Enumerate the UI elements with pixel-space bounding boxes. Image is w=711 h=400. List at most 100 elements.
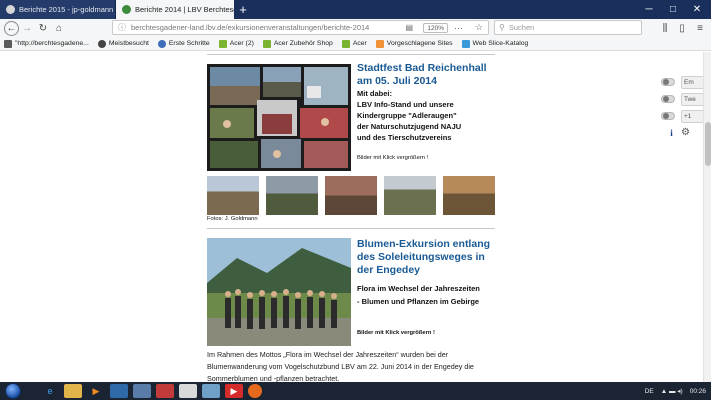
clock[interactable]: 00:26 [690, 388, 706, 395]
bookmark-star-icon[interactable]: ☆ [475, 22, 483, 33]
menu-icon[interactable]: ≡ [692, 20, 708, 36]
maximize-icon[interactable]: □ [661, 0, 685, 19]
youtube-icon[interactable]: ▶ [225, 384, 243, 398]
media-player-icon[interactable]: ▶ [87, 384, 105, 398]
firefox-icon [157, 39, 166, 48]
article-paragraph: Im Rahmen des Mottos „Flora im Wechsel d… [207, 349, 499, 382]
new-tab-button[interactable]: + [234, 0, 252, 19]
search-placeholder: Suchen [508, 23, 535, 32]
scrollbar[interactable] [703, 52, 711, 382]
bookmark-label: Acer [352, 40, 367, 47]
bookmark-item[interactable]: Acer [341, 39, 367, 48]
nav-bar: ← → ↻ ⌂ ⓘ berchtesgadener-land.lbv.de/ex… [0, 19, 711, 37]
minimize-icon[interactable]: ─ [637, 0, 661, 19]
url-text: berchtesgadener-land.lbv.de/exkursionenv… [131, 23, 370, 32]
gear-icon[interactable]: ⚙ [681, 127, 690, 138]
body-line: Kindergruppe "Adleraugen" [357, 111, 457, 120]
sidebar-icon[interactable]: ▯ [674, 20, 690, 36]
tray-icons[interactable]: ▲ ▬ ◂) [661, 387, 683, 395]
acer-icon [218, 39, 227, 48]
window-close-icon[interactable]: ✕ [685, 0, 709, 19]
calendar-icon[interactable] [156, 384, 174, 398]
thumbnail[interactable] [325, 176, 377, 215]
bookmark-label: Meistbesucht [108, 40, 149, 47]
back-button[interactable]: ← [4, 20, 19, 36]
bookmark-item[interactable]: "http://berchtesgadene... [4, 39, 89, 48]
enlarge-hint: Bilder mit Klick vergrößern ! [357, 330, 435, 336]
article-title[interactable]: Blumen-Exkursion entlang des Soleleitung… [357, 238, 497, 277]
bookmark-item[interactable]: Erste Schritte [157, 39, 210, 48]
bookmark-item[interactable]: Vorgeschlagene Sites [375, 39, 453, 48]
thumbnail[interactable] [207, 176, 259, 215]
bookmark-label: Acer Zubehör Shop [273, 40, 333, 47]
scrollbar-thumb[interactable] [705, 122, 711, 166]
paragraph-line: Sommerblumen und -pflanzen betrachtet. [207, 374, 340, 382]
bookmark-label: Web Slice-Katalog [472, 40, 529, 47]
body-line: der Naturschutzjugend NAJU [357, 122, 462, 131]
share-label: +1 [684, 113, 692, 120]
acer-icon [341, 39, 350, 48]
info-icon[interactable]: i [666, 128, 677, 139]
app-icon[interactable] [110, 384, 128, 398]
body-line: - Blumen und Pflanzen im Gebirge [357, 297, 480, 306]
bookmark-item[interactable]: Acer Zubehör Shop [262, 39, 333, 48]
forward-button[interactable]: → [19, 20, 35, 36]
page-actions-icon[interactable]: ··· [454, 23, 463, 33]
acer-icon [262, 39, 271, 48]
bookmark-item[interactable]: Web Slice-Katalog [461, 39, 529, 48]
divider [207, 54, 495, 55]
site-info-icon[interactable]: ⓘ [118, 22, 126, 33]
tab-favicon [6, 5, 15, 14]
article-photo-group[interactable] [207, 238, 351, 346]
app-icon[interactable] [133, 384, 151, 398]
app-icon[interactable] [202, 384, 220, 398]
body-line: Mit dabei: [357, 89, 392, 98]
library-icon[interactable]: ⫼ [657, 20, 673, 36]
url-bar[interactable]: ⓘ berchtesgadener-land.lbv.de/exkursione… [112, 20, 489, 35]
explorer-icon[interactable] [64, 384, 82, 398]
bookmark-label: Acer (2) [229, 40, 254, 47]
tab-favicon [122, 5, 131, 14]
tab-berichte-2014[interactable]: Berichte 2014 | LBV Berchtesga ✕ [116, 0, 234, 19]
divider [207, 228, 495, 229]
article-photo-collage[interactable] [207, 64, 351, 171]
paragraph-line: Blumenwanderung vom Vogelschutzbund LBV … [207, 362, 474, 371]
bookmark-label: "http://berchtesgadene... [15, 40, 89, 47]
share-toggle[interactable] [661, 95, 675, 103]
reader-view-icon[interactable]: ▤ [405, 23, 413, 32]
system-tray: DE ▲ ▬ ◂) 00:26 [638, 382, 706, 400]
article-title[interactable]: Stadtfest Bad Reichenhall am 05. Juli 20… [357, 62, 497, 88]
zoom-level[interactable]: 120% [423, 23, 448, 33]
firefox-icon[interactable] [248, 384, 262, 398]
photo-credit: Fotos: J. Goldmann [207, 216, 258, 222]
taskbar: e ▶ ▶ DE ▲ ▬ ◂) 00:26 [0, 382, 711, 400]
share-label: Twe [684, 96, 696, 103]
share-toggle[interactable] [661, 78, 675, 86]
search-icon: ⚲ [499, 23, 505, 32]
reload-icon[interactable]: ↻ [35, 20, 51, 36]
body-line: Flora im Wechsel der Jahreszeiten [357, 284, 480, 293]
ie-icon[interactable]: e [41, 384, 59, 398]
thumbnail[interactable] [384, 176, 436, 215]
tab-label: Berichte 2014 | LBV Berchtesga [135, 5, 234, 14]
start-button[interactable] [5, 383, 21, 399]
home-icon[interactable]: ⌂ [51, 20, 67, 36]
tab-berichte-2015[interactable]: Berichte 2015 - jp-goldmann ✕ [0, 0, 116, 19]
thumbnail[interactable] [443, 176, 495, 215]
thumbnail[interactable] [266, 176, 318, 215]
share-label: Em [684, 79, 694, 86]
bookmarks-bar: "http://berchtesgadene... Meistbesucht E… [0, 37, 711, 51]
search-input[interactable]: ⚲ Suchen [494, 20, 642, 35]
tab-strip: Berichte 2015 - jp-goldmann ✕ Berichte 2… [0, 0, 711, 19]
bookmark-item[interactable]: Meistbesucht [97, 39, 149, 48]
bookmark-label: Vorgeschlagene Sites [386, 40, 453, 47]
bookmark-item[interactable]: Acer (2) [218, 39, 254, 48]
enlarge-hint: Bilder mit Klick vergrößern ! [357, 155, 429, 161]
language-indicator[interactable]: DE [645, 388, 654, 395]
body-line: und des Tierschutzvereins [357, 133, 452, 142]
bookmark-icon [4, 39, 12, 48]
web-slice-icon [461, 39, 470, 48]
bookmark-label: Erste Schritte [168, 40, 210, 47]
share-toggle[interactable] [661, 112, 675, 120]
app-icon[interactable] [179, 384, 197, 398]
